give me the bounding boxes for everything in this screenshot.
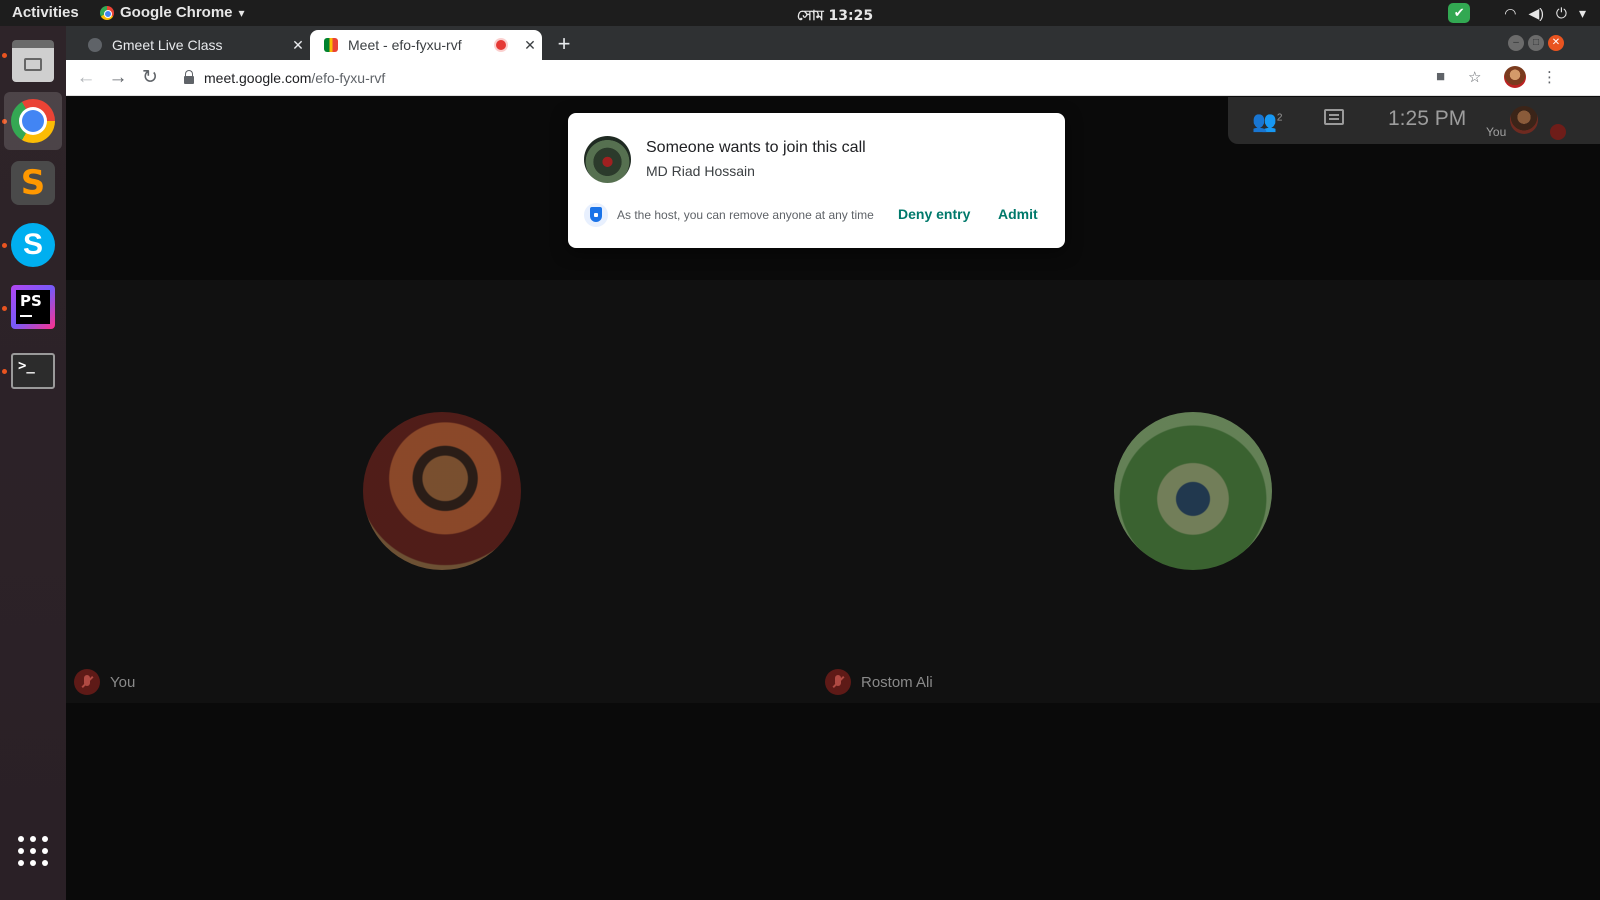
people-icon: 👥: [1252, 111, 1277, 133]
tab-gmeet-live-class[interactable]: Gmeet Live Class ✕: [74, 30, 310, 60]
participant-grid: You Rostom Ali: [66, 280, 1600, 703]
new-tab-button[interactable]: +: [552, 31, 576, 57]
join-request-title: Someone wants to join this call: [646, 139, 866, 156]
participants-button[interactable]: 👥2: [1252, 109, 1282, 134]
tab-favicon-icon: [88, 38, 102, 52]
address-bar[interactable]: meet.google.com/efo-fyxu-rvf: [172, 64, 1502, 92]
reload-icon[interactable]: ↻: [138, 66, 162, 90]
bookmark-star-icon[interactable]: ☆: [1468, 68, 1481, 86]
tray-chevron-down-icon[interactable]: ▾: [1579, 5, 1586, 22]
self-label: You: [1486, 125, 1507, 139]
meet-favicon-icon: [324, 38, 338, 52]
requester-avatar: [584, 136, 631, 183]
lock-icon[interactable]: [184, 70, 194, 84]
dock-files[interactable]: [4, 32, 62, 90]
show-applications-button[interactable]: [4, 822, 62, 880]
system-tray[interactable]: ✔ ◠ ◀) ⏻ ▾: [1448, 3, 1586, 23]
participant-tile-you[interactable]: You: [66, 280, 819, 703]
tab-title: Meet - efo-fyxu-rvf: [348, 37, 462, 53]
recording-indicator-icon: [496, 40, 506, 50]
chrome-icon: [11, 99, 55, 143]
call-info-bar: 👥2 1:25 PM You: [1228, 97, 1600, 144]
sublime-text-icon: S: [11, 161, 55, 205]
update-check-icon[interactable]: ✔: [1448, 3, 1471, 23]
host-note: As the host, you can remove anyone at an…: [617, 208, 874, 222]
mic-off-icon: [74, 669, 100, 695]
join-request-dialog: Someone wants to join this call MD Riad …: [568, 113, 1065, 248]
participant-name: Rostom Ali: [861, 673, 933, 691]
browser-toolbar: ← → ↻ meet.google.com/efo-fyxu-rvf ■ ☆ ⋮: [66, 60, 1600, 96]
maximize-window-icon[interactable]: □: [1528, 35, 1544, 51]
requester-name: MD Riad Hossain: [646, 163, 755, 179]
deny-entry-button[interactable]: Deny entry: [898, 206, 970, 222]
system-top-bar: Activities Google Chrome ▾ সোম 13:25 ✔ ◠…: [0, 0, 1600, 26]
forward-arrow-icon[interactable]: →: [106, 66, 130, 90]
participant-label: Rostom Ali: [825, 669, 933, 695]
files-icon: [12, 40, 54, 82]
chat-icon[interactable]: [1324, 109, 1344, 125]
self-view-avatar[interactable]: [1510, 106, 1538, 134]
admit-button[interactable]: Admit: [998, 206, 1038, 222]
dock-terminal[interactable]: >_: [4, 342, 62, 400]
more-options-icon[interactable]: ⋮: [1542, 68, 1557, 86]
dock-skype[interactable]: S: [4, 216, 62, 274]
mic-off-icon: [825, 669, 851, 695]
call-time: 1:25 PM: [1388, 107, 1467, 130]
volume-icon[interactable]: ◀): [1528, 5, 1543, 22]
url-host: meet.google.com: [204, 70, 312, 86]
participant-count: 2: [1276, 112, 1283, 124]
dock-sublime-text[interactable]: S: [4, 154, 62, 212]
tab-close-icon[interactable]: ✕: [518, 37, 542, 54]
tab-title: Gmeet Live Class: [112, 37, 223, 53]
dock: S S PS >_: [0, 26, 66, 900]
skype-icon: S: [11, 223, 55, 267]
dock-chrome[interactable]: [4, 92, 62, 150]
terminal-icon: >_: [11, 353, 55, 389]
shield-lock-icon: [584, 203, 608, 227]
dock-phpstorm[interactable]: PS: [4, 278, 62, 336]
profile-avatar[interactable]: [1504, 66, 1526, 88]
tab-close-icon[interactable]: ✕: [286, 37, 310, 54]
participant-tile-rostom[interactable]: Rostom Ali: [819, 280, 1600, 703]
phpstorm-icon: PS: [11, 285, 55, 329]
avatar: [1114, 412, 1272, 570]
minimize-window-icon[interactable]: –: [1508, 35, 1524, 51]
participant-label: You: [74, 669, 135, 695]
tab-strip: Gmeet Live Class ✕ Meet - efo-fyxu-rvf ✕…: [66, 26, 1600, 60]
close-window-icon[interactable]: ✕: [1548, 35, 1564, 51]
back-arrow-icon[interactable]: ←: [74, 66, 98, 90]
self-mic-off-icon: [1550, 124, 1566, 140]
tab-meet[interactable]: Meet - efo-fyxu-rvf ✕: [310, 30, 542, 60]
apps-grid-icon: [18, 836, 48, 866]
wifi-icon[interactable]: ◠: [1504, 5, 1516, 22]
power-icon[interactable]: ⏻: [1556, 5, 1567, 22]
system-clock[interactable]: সোম 13:25: [0, 4, 1600, 28]
url-path: /efo-fyxu-rvf: [311, 70, 386, 86]
avatar: [363, 412, 521, 570]
participant-name: You: [110, 673, 136, 691]
camera-in-use-icon[interactable]: ■: [1436, 68, 1445, 85]
